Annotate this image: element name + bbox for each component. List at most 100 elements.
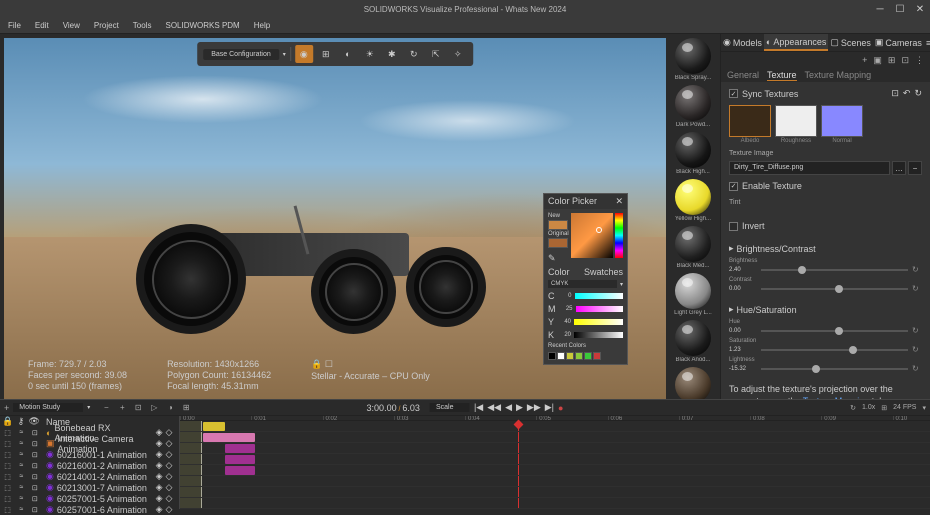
more-icon[interactable]: ⋮ xyxy=(915,55,924,66)
color-picker-dialog[interactable]: Color Picker ✕ New Original ✎ xyxy=(543,193,628,365)
eye-icon[interactable]: ⊡ xyxy=(32,473,38,481)
color-gradient[interactable] xyxy=(571,213,613,258)
mode-fan-icon[interactable]: ✱ xyxy=(383,45,401,63)
subtab-texture[interactable]: Texture xyxy=(767,70,797,81)
brightness-contrast-header[interactable]: ▸Brightness/Contrast xyxy=(729,241,922,256)
dropdown-icon[interactable]: ▾ xyxy=(87,404,90,411)
key-add-icon[interactable]: ◇ xyxy=(166,438,173,449)
material-item[interactable]: Dirty Tire Tr... xyxy=(672,367,714,399)
map-roughness[interactable]: Roughness xyxy=(775,105,817,144)
maximize-button[interactable]: ☐ xyxy=(890,0,910,18)
sync-icon-3[interactable]: ↻ xyxy=(914,88,922,99)
material-item[interactable]: Black High... xyxy=(672,132,714,175)
cyan-value[interactable]: 0 xyxy=(558,293,572,299)
texture-image-input[interactable]: Dirty_Tire_Diffuse.png xyxy=(729,161,890,175)
key-add-icon[interactable]: ◇ xyxy=(166,482,173,493)
record-icon[interactable]: ● xyxy=(558,403,563,413)
tl-icon-6[interactable]: ⊞ xyxy=(180,402,192,414)
sync-textures-checkbox[interactable]: ✓ xyxy=(729,89,738,98)
vis-icon[interactable]: ◈ xyxy=(156,438,163,449)
skip-end-icon[interactable]: ▶| xyxy=(545,402,554,413)
track-row[interactable]: ⬚≈⊡◉60257001-6 Animation◈◇ xyxy=(0,504,179,515)
swatches-label[interactable]: Swatches xyxy=(584,267,623,277)
key-icon[interactable]: ≈ xyxy=(19,440,23,448)
eye-icon[interactable]: ⊡ xyxy=(32,484,38,492)
rewind-icon[interactable]: ◀◀ xyxy=(487,402,501,413)
vis-icon[interactable]: ◈ xyxy=(156,482,163,493)
track-row[interactable]: ⬚≈⊡◉60257001-5 Animation◈◇ xyxy=(0,493,179,504)
contrast-value[interactable]: 0.00 xyxy=(729,286,757,292)
lock-icon[interactable]: ⬚ xyxy=(4,462,11,470)
mode-sphere-icon[interactable]: ◉ xyxy=(295,45,313,63)
menu-pdm[interactable]: SOLIDWORKS PDM xyxy=(165,21,239,30)
animation-clip[interactable] xyxy=(225,466,255,475)
material-item[interactable]: Black Spray... xyxy=(672,38,714,81)
vis-icon[interactable]: ◈ xyxy=(156,460,163,471)
eye-icon[interactable]: ⊡ xyxy=(32,440,38,448)
vis-icon[interactable]: ◈ xyxy=(156,504,163,515)
recent-color-swatch[interactable] xyxy=(593,352,601,360)
map-albedo[interactable]: Albedo xyxy=(729,105,771,144)
material-strip[interactable]: Black Spray...Dark Powd...Black High...Y… xyxy=(670,34,720,399)
mode-export-icon[interactable]: ⇱ xyxy=(427,45,445,63)
viewport-3d[interactable]: Base Configuration ▾ ◉ ⊞ ◐ ☀ ✱ ↻ ⇱ ✧ Fra… xyxy=(4,38,666,399)
menu-tools[interactable]: Tools xyxy=(133,21,152,30)
menu-view[interactable]: View xyxy=(63,21,80,30)
mode-wand-icon[interactable]: ✧ xyxy=(449,45,467,63)
magenta-value[interactable]: 25 xyxy=(559,306,573,312)
key-add-icon[interactable]: ◇ xyxy=(166,460,173,471)
track-lane[interactable] xyxy=(180,432,930,443)
hue-slider[interactable] xyxy=(761,330,908,332)
key-add-icon[interactable]: ◇ xyxy=(166,427,173,438)
track-lane[interactable] xyxy=(180,421,930,432)
black-slider[interactable] xyxy=(574,332,623,338)
config-dropdown-icon[interactable]: ▾ xyxy=(283,51,286,58)
saturation-reset-icon[interactable]: ↻ xyxy=(912,345,922,355)
track-lane[interactable] xyxy=(180,487,930,498)
map-normal[interactable]: Normal xyxy=(821,105,863,144)
close-button[interactable]: ✕ xyxy=(910,0,930,18)
tab-models[interactable]: ◉Models xyxy=(721,34,764,51)
eyedropper-icon[interactable]: ✎ xyxy=(548,253,568,264)
material-item[interactable]: Black Med... xyxy=(672,226,714,269)
menu-project[interactable]: Project xyxy=(94,21,119,30)
lock-icon[interactable]: ⬚ xyxy=(4,429,11,437)
key-add-icon[interactable]: ◇ xyxy=(166,504,173,515)
key-icon[interactable]: ≈ xyxy=(19,495,23,503)
material-item[interactable]: Dark Powd... xyxy=(672,85,714,128)
key-add-icon[interactable]: ◇ xyxy=(166,493,173,504)
lightness-slider[interactable] xyxy=(761,368,908,370)
lock-icon[interactable]: ⬚ xyxy=(4,440,11,448)
enable-texture-checkbox[interactable]: ✓ xyxy=(729,182,738,191)
track-lane[interactable] xyxy=(180,465,930,476)
animation-clip[interactable] xyxy=(225,455,255,464)
menu-help[interactable]: Help xyxy=(254,21,270,30)
settings-icon[interactable]: ▾ xyxy=(922,404,926,412)
recent-color-swatch[interactable] xyxy=(557,352,565,360)
tl-icon-1[interactable]: − xyxy=(100,402,112,414)
play-icon[interactable]: ▶ xyxy=(516,402,523,413)
key-icon[interactable]: ≈ xyxy=(19,462,23,470)
tl-icon-2[interactable]: + xyxy=(116,402,128,414)
track-lane[interactable] xyxy=(180,443,930,454)
timeline-plus-icon[interactable]: + xyxy=(4,403,9,413)
material-item[interactable]: Light Grey L... xyxy=(672,273,714,316)
track-row[interactable]: ⬚≈⊡◉60213001-7 Animation◈◇ xyxy=(0,482,179,493)
recent-color-swatch[interactable] xyxy=(548,352,556,360)
sync-icon-2[interactable]: ↶ xyxy=(903,88,911,99)
clear-button[interactable]: − xyxy=(908,161,922,175)
animation-clip[interactable] xyxy=(203,433,256,442)
eye-icon[interactable]: ⊡ xyxy=(32,462,38,470)
saturation-value[interactable]: 1.23 xyxy=(729,347,757,353)
sync-icon-1[interactable]: ⊡ xyxy=(891,88,899,99)
recent-color-swatch[interactable] xyxy=(566,352,574,360)
tl-icon-5[interactable]: ◑ xyxy=(164,402,176,414)
material-item[interactable]: Yellow High... xyxy=(672,179,714,222)
scale-select[interactable]: Scale xyxy=(430,403,470,412)
track-row[interactable]: ⬚≈⊡◉60214001-2 Animation◈◇ xyxy=(0,471,179,482)
hue-saturation-header[interactable]: ▸Hue/Saturation xyxy=(729,302,922,317)
key-icon[interactable]: ≈ xyxy=(19,473,23,481)
brightness-reset-icon[interactable]: ↻ xyxy=(912,265,922,275)
lock-icon[interactable]: ⬚ xyxy=(4,484,11,492)
tl-icon-3[interactable]: ⊡ xyxy=(132,402,144,414)
